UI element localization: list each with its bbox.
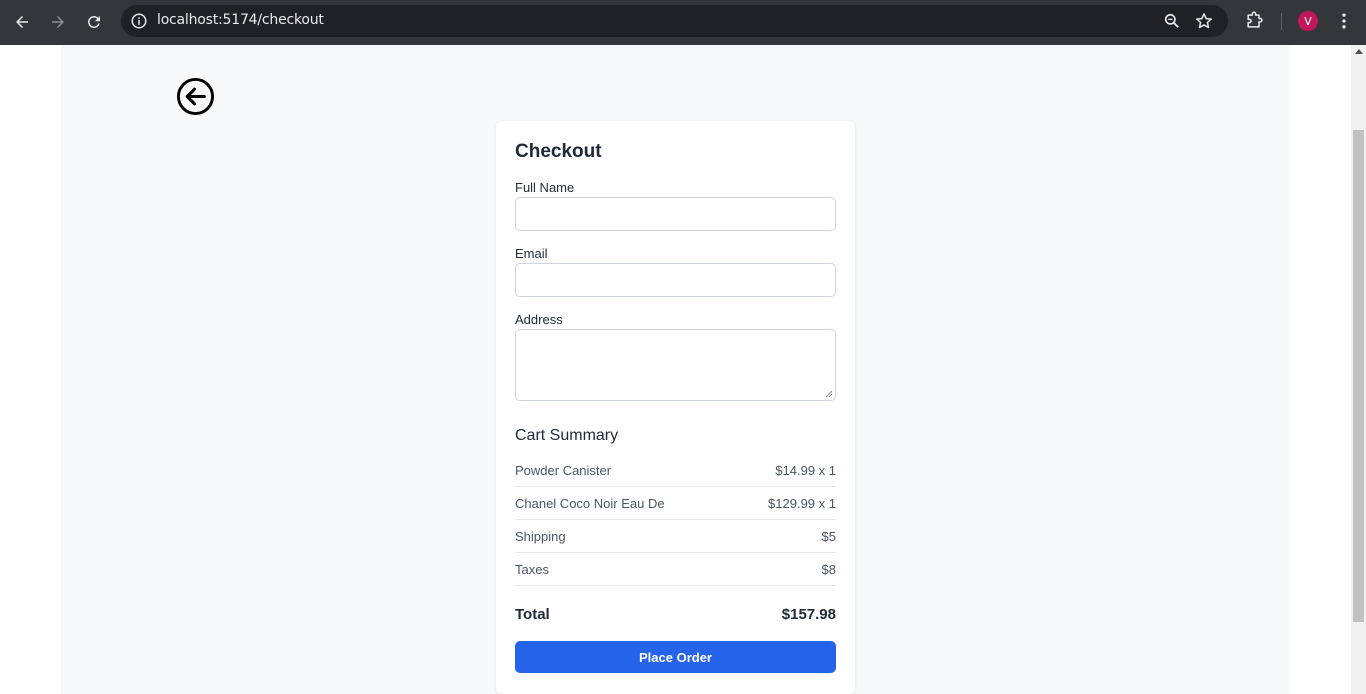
taxes-row: Taxes $8 [515,553,836,586]
address-bar[interactable]: localhost:5174/checkout [121,5,1228,37]
address-textarea[interactable] [515,329,836,401]
forward-arrow-icon[interactable] [44,8,72,36]
page-viewport: Checkout Full Name Email Address Cart Su… [0,45,1351,694]
back-circle-arrow-icon[interactable] [176,77,215,116]
reload-icon[interactable] [80,8,108,36]
email-input[interactable] [515,263,836,297]
toolbar-divider [1281,13,1282,30]
place-order-button[interactable]: Place Order [515,641,836,673]
extensions-icon[interactable] [1244,10,1264,32]
cart-item-name: Chanel Coco Noir Eau De [515,495,665,511]
cart-item-name: Powder Canister [515,462,612,478]
zoom-icon[interactable] [1162,11,1182,31]
scroll-thumb[interactable] [1353,130,1364,622]
taxes-value: $8 [821,561,836,577]
shipping-value: $5 [821,528,836,544]
checkout-card: Checkout Full Name Email Address Cart Su… [496,121,855,694]
bookmark-star-icon[interactable] [1194,11,1214,31]
cart-item-price: $14.99 x 1 [775,462,836,478]
cart-summary-title: Cart Summary [515,427,619,444]
cart-item-row: Powder Canister $14.99 x 1 [515,454,836,487]
browser-toolbar: localhost:5174/checkout V [0,0,1366,45]
full-name-label: Full Name [515,180,575,195]
total-row: Total $157.98 [515,599,836,629]
shipping-row: Shipping $5 [515,520,836,553]
vertical-scrollbar[interactable] [1351,45,1366,694]
url-text[interactable]: localhost:5174/checkout [157,12,324,28]
email-label: Email [515,246,548,261]
address-label: Address [515,312,563,327]
shipping-label: Shipping [515,528,566,544]
scroll-up-arrow-icon[interactable] [1355,49,1363,54]
full-name-input[interactable] [515,197,836,231]
resize-handle-icon[interactable] [825,390,833,398]
total-label: Total [515,605,550,623]
kebab-menu-icon[interactable] [1334,11,1354,31]
taxes-label: Taxes [515,561,549,577]
back-arrow-icon[interactable] [8,8,36,36]
page-title: Checkout [515,141,602,162]
cart-item-row: Chanel Coco Noir Eau De $129.99 x 1 [515,487,836,520]
total-value: $157.98 [781,605,836,623]
site-info-icon[interactable] [130,12,148,30]
profile-avatar[interactable]: V [1298,11,1318,31]
cart-item-price: $129.99 x 1 [768,495,836,511]
